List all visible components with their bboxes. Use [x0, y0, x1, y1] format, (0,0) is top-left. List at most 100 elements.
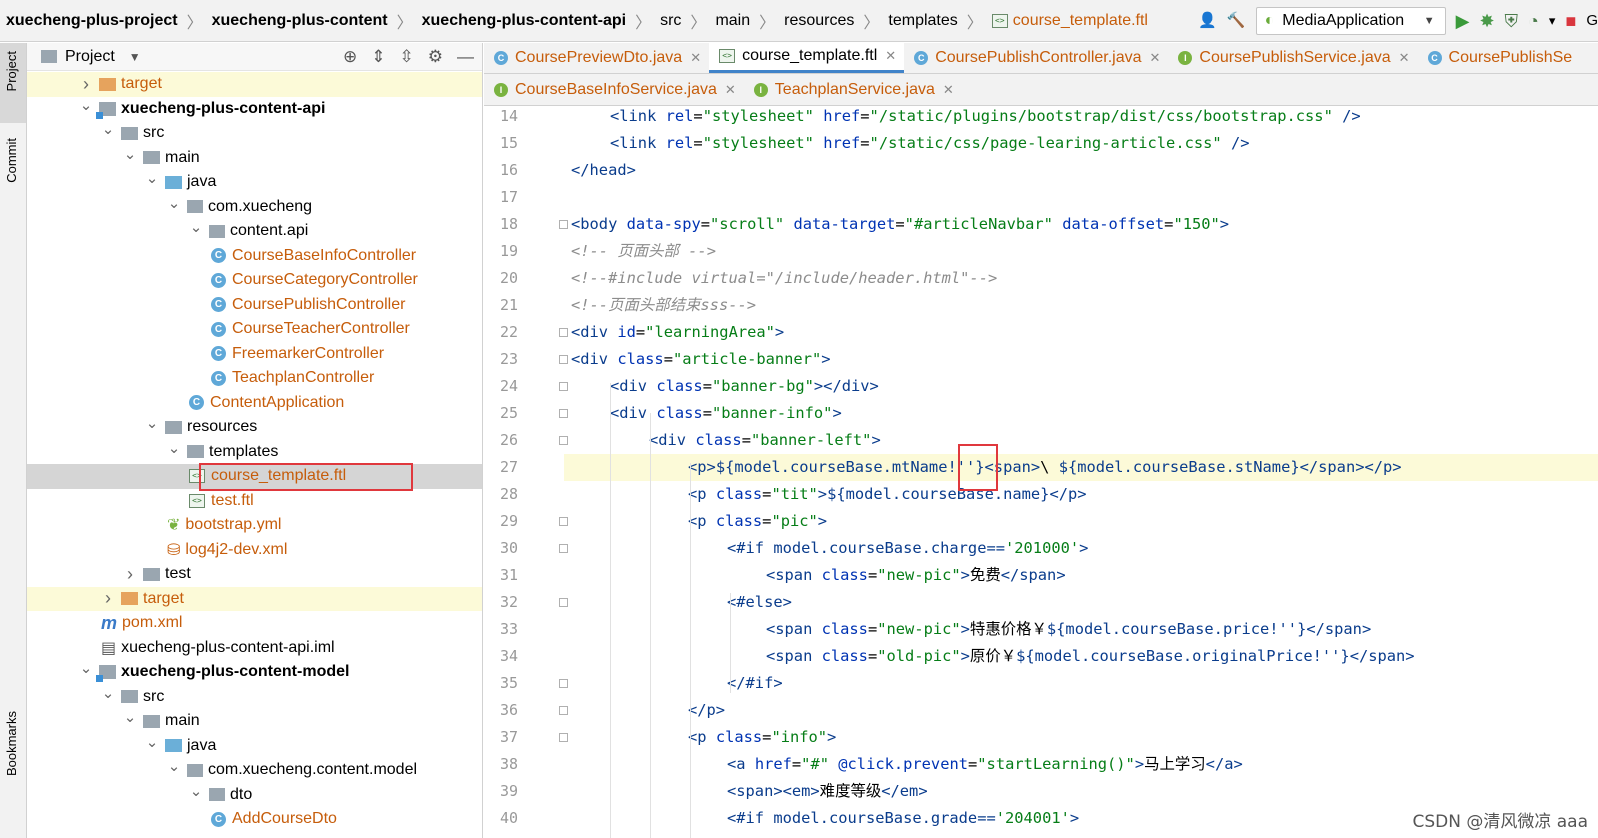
code-line[interactable]: <link rel="stylesheet" href="/static/css… — [610, 130, 1249, 157]
code-line[interactable]: <span class="new-pic">特惠价格￥${model.cours… — [766, 616, 1371, 643]
locate-icon[interactable]: ⊕ — [343, 47, 357, 67]
tree-item[interactable]: C FreemarkerController — [27, 342, 482, 367]
code-line[interactable]: <#if model.courseBase.charge=='201000'> — [727, 535, 1088, 562]
coverage-icon[interactable]: ⛨ — [1505, 12, 1519, 30]
breadcrumb-item[interactable]: xuecheng-plus-content-api — [422, 12, 626, 30]
chevron-down-icon[interactable]: ⌄ — [123, 708, 137, 726]
tree-item[interactable]: ⌄ templates — [27, 439, 482, 465]
tree-item[interactable]: › target — [27, 586, 482, 611]
code-line[interactable]: <span class="old-pic">原价￥${model.courseB… — [766, 643, 1415, 670]
code-line[interactable]: <p>${model.courseBase.mtName!''}<span>\ … — [688, 454, 1402, 481]
tree-item[interactable]: ⌄ dto — [27, 782, 482, 808]
editor-tab[interactable]: C CoursePublishSe — [1418, 43, 1581, 73]
code-line[interactable]: <p class="tit">${model.courseBase.name}<… — [688, 481, 1087, 508]
build-hammer-icon[interactable]: 🔨 — [1227, 12, 1246, 30]
tree-item[interactable]: C AddCourseDto — [27, 807, 482, 832]
close-icon[interactable]: ✕ — [1399, 50, 1410, 66]
chevron-down-icon[interactable]: ⌄ — [189, 782, 203, 800]
code-line[interactable]: </p> — [688, 697, 725, 724]
close-icon[interactable]: ✕ — [1150, 50, 1161, 66]
tree-item[interactable]: C ContentApplication — [27, 391, 482, 416]
chevron-right-icon[interactable]: › — [79, 74, 93, 95]
chevron-down-icon[interactable]: ⌄ — [101, 684, 115, 702]
bookmarks-tool-tab[interactable]: Bookmarks — [4, 711, 19, 776]
fold-marker-icon[interactable] — [559, 436, 568, 445]
chevron-down-icon[interactable]: ⌄ — [79, 96, 93, 114]
fold-marker-icon[interactable] — [559, 544, 568, 553]
chevron-down-icon[interactable]: ⌄ — [101, 120, 115, 138]
chevron-down-icon[interactable]: ⌄ — [145, 414, 159, 432]
editor-tab[interactable]: <> course_template.ftl ✕ — [709, 43, 905, 73]
tree-item[interactable]: › test — [27, 562, 482, 587]
code-line[interactable]: <#if model.courseBase.grade=='204001'> — [727, 805, 1079, 832]
tree-item[interactable]: ▤ xuecheng-plus-content-api.iml — [27, 636, 482, 661]
breadcrumb-item[interactable]: templates — [888, 12, 957, 30]
breadcrumb-item[interactable]: src — [660, 12, 681, 30]
tree-item[interactable]: ⌄ xuecheng-plus-content-model — [27, 659, 482, 685]
code-line[interactable]: <div class="banner-bg"></div> — [610, 373, 879, 400]
expand-all-icon[interactable]: ⇕ — [371, 47, 385, 67]
tree-item[interactable]: ❦ bootstrap.yml — [27, 513, 482, 538]
fold-marker-icon[interactable] — [559, 733, 568, 742]
code-line[interactable]: <span><em>难度等级</em> — [727, 778, 928, 805]
hide-icon[interactable]: — — [457, 47, 474, 67]
chevron-down-icon[interactable]: ⌄ — [167, 439, 181, 457]
chevron-down-icon[interactable]: ▾ — [1549, 12, 1556, 30]
editor-tab[interactable]: I CoursePublishService.java ✕ — [1168, 43, 1417, 73]
breadcrumb-item[interactable]: xuecheng-plus-project — [6, 12, 178, 30]
code-line[interactable]: <p class="pic"> — [688, 508, 827, 535]
fold-marker-icon[interactable] — [559, 382, 568, 391]
code-line[interactable]: <div class="article-banner"> — [571, 346, 831, 373]
tree-item[interactable]: m pom.xml — [27, 611, 482, 636]
collapse-all-icon[interactable]: ⇳ — [400, 47, 414, 67]
editor-tab[interactable]: I CourseBaseInfoService.java ✕ — [484, 74, 744, 105]
tree-item[interactable]: ⌄ xuecheng-plus-content-api — [27, 96, 482, 122]
code-line[interactable]: <link rel="stylesheet" href="/static/plu… — [610, 103, 1361, 130]
tree-item[interactable]: C CourseBaseInfoController — [27, 244, 482, 269]
breadcrumb-item[interactable]: main — [715, 12, 750, 30]
chevron-down-icon[interactable]: ⌄ — [79, 659, 93, 677]
fold-marker-icon[interactable] — [559, 706, 568, 715]
tree-item[interactable]: ⌄ content.api — [27, 218, 482, 244]
run-icon[interactable]: ▶ — [1456, 12, 1470, 30]
close-icon[interactable]: ✕ — [943, 82, 954, 98]
close-icon[interactable]: ✕ — [725, 82, 736, 98]
fold-marker-icon[interactable] — [559, 598, 568, 607]
tree-item[interactable]: ⌄ java — [27, 169, 482, 195]
tree-item[interactable]: C CourseTeacherController — [27, 317, 482, 342]
code-line[interactable]: <body data-spy="scroll" data-target="#ar… — [571, 211, 1229, 238]
project-panel-title[interactable]: Project — [65, 48, 115, 66]
code-line[interactable]: <a href="#" @click.prevent="startLearnin… — [727, 751, 1243, 778]
tree-item[interactable]: <> test.ftl — [27, 489, 482, 514]
editor-tab[interactable]: C CoursePreviewDto.java ✕ — [484, 43, 709, 73]
code-line[interactable]: <div class="banner-left"> — [649, 427, 881, 454]
editor-tab[interactable]: C CoursePublishController.java ✕ — [904, 43, 1168, 73]
fold-marker-icon[interactable] — [559, 517, 568, 526]
debug-icon[interactable]: ✸ — [1479, 12, 1494, 30]
code-line[interactable]: </#if> — [727, 670, 783, 697]
chevron-down-icon[interactable]: ⌄ — [145, 733, 159, 751]
close-icon[interactable]: ✕ — [690, 50, 701, 66]
code-line[interactable]: <div class="banner-info"> — [610, 400, 842, 427]
chevron-down-icon[interactable]: ⌄ — [123, 145, 137, 163]
close-icon[interactable]: ✕ — [885, 48, 896, 64]
code-line[interactable]: <!--#include virtual="/include/header.ht… — [571, 265, 997, 292]
tree-item[interactable]: ⌄ resources — [27, 414, 482, 440]
code-line[interactable]: </head> — [571, 157, 636, 184]
fold-marker-icon[interactable] — [559, 328, 568, 337]
stop-icon[interactable]: ■ — [1565, 12, 1576, 30]
fold-marker-icon[interactable] — [559, 220, 568, 229]
code-line[interactable]: <p class="info"> — [688, 724, 836, 751]
chevron-down-icon[interactable]: ⌄ — [167, 194, 181, 212]
tree-item[interactable]: ⌄ com.xuecheng — [27, 194, 482, 220]
tree-item[interactable]: ⌄ main — [27, 708, 482, 734]
tree-item[interactable]: ⌄ com.xuecheng.content.model — [27, 758, 482, 783]
code-line[interactable]: <!-- 页面头部 --> — [571, 238, 716, 265]
fold-marker-icon[interactable] — [559, 409, 568, 418]
code-editor[interactable]: 14 15 16 17 18 19 20 21 22 23 24 25 26 27 28 29 30 31 32 33… — [484, 107, 1598, 838]
chevron-right-icon[interactable]: › — [123, 564, 137, 585]
chevron-down-icon[interactable]: ⌄ — [189, 218, 203, 236]
code-line[interactable]: <div id="learningArea"> — [571, 319, 784, 346]
chevron-down-icon[interactable]: ⌄ — [145, 169, 159, 187]
code-line[interactable]: <#else> — [727, 589, 792, 616]
